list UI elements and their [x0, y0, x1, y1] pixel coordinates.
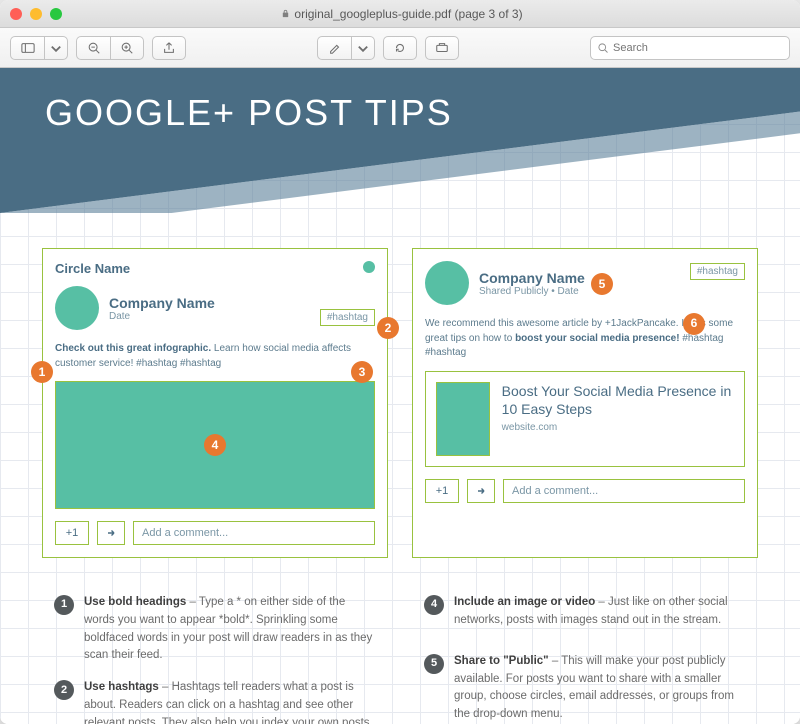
markup-button[interactable]	[425, 36, 459, 60]
tip-number: 5	[424, 654, 444, 674]
circle-name: Circle Name	[55, 261, 375, 276]
link-title: Boost Your Social Media Presence in 10 E…	[502, 382, 734, 418]
page-banner: Google+ Post Tips	[0, 68, 800, 213]
share-arrow-button[interactable]	[97, 521, 125, 545]
callout-4: 4	[204, 434, 226, 456]
zoom-out-button[interactable]	[76, 36, 110, 60]
comment-input[interactable]: Add a comment...	[503, 479, 745, 503]
page-title: Google+ Post Tips	[45, 92, 453, 134]
search-icon	[597, 42, 609, 54]
plus-one-button[interactable]: +1	[425, 479, 459, 503]
link-source: website.com	[502, 422, 734, 433]
search-field[interactable]	[590, 36, 790, 60]
close-icon[interactable]	[10, 8, 22, 20]
link-preview: Boost Your Social Media Presence in 10 E…	[425, 371, 745, 467]
document-viewport[interactable]: Google+ Post Tips Circle Name 1 2 3 Comp…	[0, 68, 800, 724]
tip-item: 2 Use hashtags – Hashtags tell readers w…	[54, 679, 376, 724]
post-body: We recommend this awesome article by +1J…	[425, 317, 745, 361]
arrow-right-icon	[105, 527, 117, 539]
maximize-icon[interactable]	[50, 8, 62, 20]
view-dropdown-button[interactable]	[44, 36, 68, 60]
callout-2: 2	[377, 317, 399, 339]
rotate-button[interactable]	[383, 36, 417, 60]
status-dot-icon	[363, 261, 375, 273]
post-body: Check out this great infographic. Learn …	[55, 342, 375, 371]
tip-item: 1 Use bold headings – Type a * on either…	[54, 594, 376, 665]
tip-number: 1	[54, 595, 74, 615]
post-card-right: Company Name Shared Publicly • Date 5 #h…	[412, 248, 758, 558]
tips-section: 1 Use bold headings – Type a * on either…	[0, 594, 800, 724]
avatar-icon	[55, 286, 99, 330]
comment-input[interactable]: Add a comment...	[133, 521, 375, 545]
callout-6: 6	[683, 313, 705, 335]
post-date: Date	[109, 311, 215, 322]
traffic-lights	[10, 8, 62, 20]
callout-1: 1	[31, 361, 53, 383]
arrow-right-icon	[475, 485, 487, 497]
window-title-text: original_googleplus-guide.pdf (page 3 of…	[294, 7, 522, 21]
search-input[interactable]	[613, 42, 783, 54]
minimize-icon[interactable]	[30, 8, 42, 20]
window-title: original_googleplus-guide.pdf (page 3 of…	[62, 7, 742, 21]
sidebar-toggle-button[interactable]	[10, 36, 44, 60]
share-button[interactable]	[152, 36, 186, 60]
toolbar	[0, 28, 800, 68]
tip-number: 2	[54, 680, 74, 700]
lock-icon	[281, 9, 290, 18]
tip-item: 5 Share to "Public" – This will make you…	[424, 653, 746, 724]
callout-5: 5	[591, 273, 613, 295]
company-name: Company Name	[109, 295, 215, 311]
company-name: Company Name	[479, 270, 585, 286]
highlight-button[interactable]	[317, 36, 351, 60]
link-thumb	[436, 382, 490, 456]
plus-one-button[interactable]: +1	[55, 521, 89, 545]
preview-window: original_googleplus-guide.pdf (page 3 of…	[0, 0, 800, 724]
post-subtitle: Shared Publicly • Date	[479, 286, 585, 297]
avatar-icon	[425, 261, 469, 305]
post-card-left: Circle Name 1 2 3 Company Name Date #has…	[42, 248, 388, 558]
hashtag-pill: #hashtag	[690, 263, 745, 280]
post-image: 4	[55, 381, 375, 509]
titlebar: original_googleplus-guide.pdf (page 3 of…	[0, 0, 800, 28]
zoom-in-button[interactable]	[110, 36, 144, 60]
tip-number: 4	[424, 595, 444, 615]
share-arrow-button[interactable]	[467, 479, 495, 503]
hashtag-pill: #hashtag	[320, 309, 375, 326]
tip-item: 4 Include an image or video – Just like …	[424, 594, 746, 639]
highlight-dropdown-button[interactable]	[351, 36, 375, 60]
callout-3: 3	[351, 361, 373, 383]
